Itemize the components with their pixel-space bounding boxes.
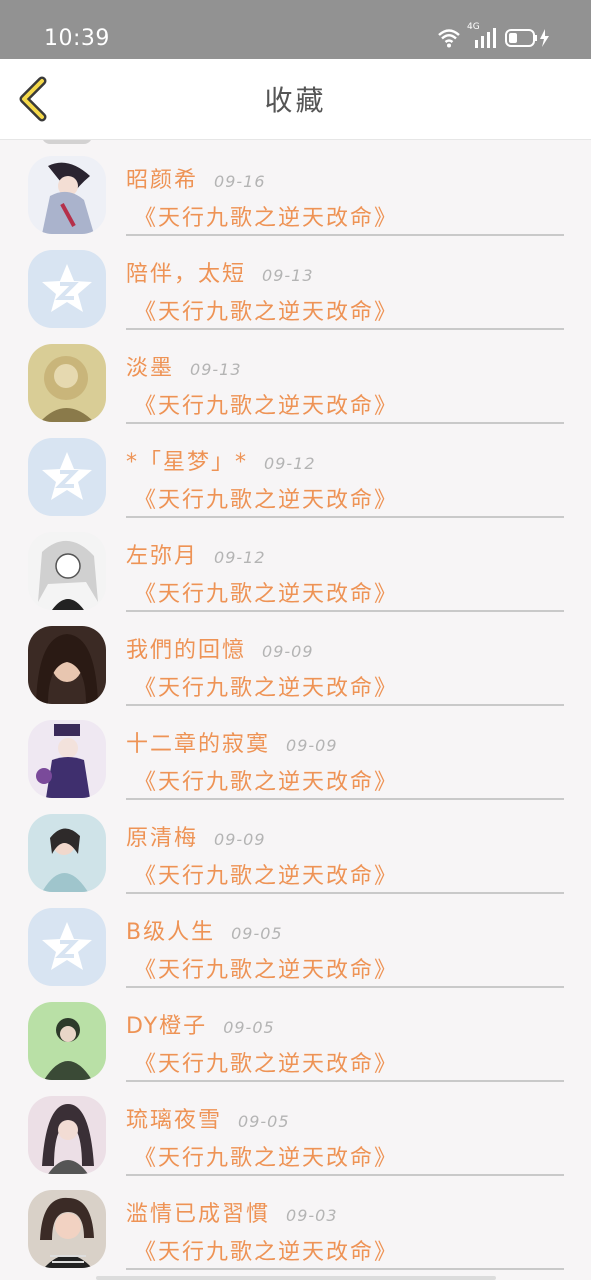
item-text: 左弥月 09-12 《天行九歌之逆天改命》: [126, 534, 564, 612]
item-date: 09-05: [231, 924, 283, 943]
portrait-avatar[interactable]: [28, 344, 106, 422]
wifi-icon: [437, 28, 461, 48]
user-name: 十二章的寂寞: [126, 732, 271, 757]
item-date: 09-05: [223, 1018, 275, 1037]
item-work-title[interactable]: 《天行九歌之逆天改命》: [134, 200, 398, 232]
item-name: B级人生 09-05: [126, 914, 283, 946]
header: 收藏: [0, 59, 591, 140]
anime-avatar[interactable]: [28, 720, 106, 798]
item-date: 09-16: [214, 172, 266, 191]
item-work-title[interactable]: 《天行九歌之逆天改命》: [134, 858, 398, 890]
item-date: 09-13: [190, 360, 242, 379]
user-name: B级人生: [126, 920, 216, 945]
item-date: 09-05: [238, 1112, 290, 1131]
item-work-title[interactable]: 《天行九歌之逆天改命》: [134, 952, 398, 984]
default-avatar[interactable]: [28, 438, 106, 516]
item-work-title[interactable]: 《天行九歌之逆天改命》: [134, 576, 398, 608]
item-name: 我們的回憶 09-09: [126, 632, 314, 664]
item-date: 09-09: [214, 830, 266, 849]
list-item[interactable]: 原清梅 09-09 《天行九歌之逆天改命》: [0, 798, 591, 894]
item-date: 09-13: [262, 266, 314, 285]
battery-icon: [505, 28, 551, 48]
default-avatar[interactable]: [28, 908, 106, 986]
photo-avatar[interactable]: [28, 1190, 106, 1268]
item-work-title[interactable]: 《天行九歌之逆天改命》: [134, 1140, 398, 1172]
item-work-title[interactable]: 《天行九歌之逆天改命》: [134, 294, 398, 326]
item-text: *「星梦」* 09-12 《天行九歌之逆天改命》: [126, 440, 564, 518]
list-item[interactable]: 琉璃夜雪 09-05 《天行九歌之逆天改命》: [0, 1080, 591, 1176]
user-name: 我們的回憶: [126, 638, 247, 663]
item-name: 陪伴，太短 09-13: [126, 256, 314, 288]
anime-avatar[interactable]: [28, 156, 106, 234]
item-text: 陪伴，太短 09-13 《天行九歌之逆天改命》: [126, 252, 564, 330]
user-name: 琉璃夜雪: [126, 1108, 223, 1133]
list-item[interactable]: 十二章的寂寞 09-09 《天行九歌之逆天改命》: [0, 704, 591, 800]
item-date: 09-03: [286, 1206, 338, 1225]
item-name: DY橙子 09-05: [126, 1008, 275, 1040]
list-item[interactable]: 左弥月 09-12 《天行九歌之逆天改命》: [0, 516, 591, 612]
list-item[interactable]: 昭颜希 09-16 《天行九歌之逆天改命》: [0, 140, 591, 236]
user-name: *「星梦」*: [126, 450, 249, 475]
item-name: 昭颜希 09-16: [126, 162, 266, 194]
item-text: 昭颜希 09-16 《天行九歌之逆天改命》: [126, 158, 564, 236]
list-item[interactable]: DY橙子 09-05 《天行九歌之逆天改命》: [0, 986, 591, 1082]
user-name: 昭颜希: [126, 168, 199, 193]
list-item[interactable]: *「星梦」* 09-12 《天行九歌之逆天改命》: [0, 422, 591, 518]
item-name: 琉璃夜雪 09-05: [126, 1102, 290, 1134]
item-name: *「星梦」* 09-12: [126, 444, 316, 476]
item-text: 原清梅 09-09 《天行九歌之逆天改命》: [126, 816, 564, 894]
status-icons: 4G: [437, 22, 551, 48]
status-time: 10:39: [44, 26, 110, 51]
item-text: B级人生 09-05 《天行九歌之逆天改命》: [126, 910, 564, 988]
item-date: 09-12: [214, 548, 266, 567]
list-item[interactable]: B级人生 09-05 《天行九歌之逆天改命》: [0, 892, 591, 988]
favorites-list: 昭颜希 09-16 《天行九歌之逆天改命》 陪伴，太短 09-13 《天行九歌之逆天…: [0, 140, 591, 1280]
list-item[interactable]: 滥情已成習慣 09-03 《天行九歌之逆天改命》: [0, 1174, 591, 1270]
user-name: 左弥月: [126, 544, 199, 569]
list-item[interactable]: 淡墨 09-13 《天行九歌之逆天改命》: [0, 328, 591, 424]
default-avatar[interactable]: [28, 250, 106, 328]
scroll-indicator: [96, 1276, 496, 1280]
status-bar: 10:39 4G: [0, 0, 591, 59]
item-date: 09-09: [286, 736, 338, 755]
item-work-title[interactable]: 《天行九歌之逆天改命》: [134, 764, 398, 796]
item-name: 十二章的寂寞 09-09: [126, 726, 338, 758]
anime-avatar[interactable]: [28, 1096, 106, 1174]
user-name: 滥情已成習慣: [126, 1202, 271, 1227]
item-text: 淡墨 09-13 《天行九歌之逆天改命》: [126, 346, 564, 424]
photo-avatar[interactable]: [28, 814, 106, 892]
item-text: 我們的回憶 09-09 《天行九歌之逆天改命》: [126, 628, 564, 706]
network-type: 4G: [467, 22, 480, 32]
photo-avatar[interactable]: [28, 626, 106, 704]
item-work-title[interactable]: 《天行九歌之逆天改命》: [134, 1234, 398, 1266]
anime-avatar[interactable]: [28, 1002, 106, 1080]
signal-icon: 4G: [467, 22, 497, 48]
user-name: 淡墨: [126, 356, 175, 381]
user-name: DY橙子: [126, 1014, 208, 1039]
item-work-title[interactable]: 《天行九歌之逆天改命》: [134, 1046, 398, 1078]
user-name: 陪伴，太短: [126, 262, 247, 287]
item-text: 十二章的寂寞 09-09 《天行九歌之逆天改命》: [126, 722, 564, 800]
item-name: 滥情已成習慣 09-03: [126, 1196, 338, 1228]
item-name: 左弥月 09-12: [126, 538, 266, 570]
item-work-title[interactable]: 《天行九歌之逆天改命》: [134, 482, 398, 514]
item-text: DY橙子 09-05 《天行九歌之逆天改命》: [126, 1004, 564, 1082]
item-date: 09-12: [264, 454, 316, 473]
item-text: 滥情已成習慣 09-03 《天行九歌之逆天改命》: [126, 1192, 564, 1270]
list-item[interactable]: 我們的回憶 09-09 《天行九歌之逆天改命》: [0, 610, 591, 706]
item-work-title[interactable]: 《天行九歌之逆天改命》: [134, 388, 398, 420]
user-name: 原清梅: [126, 826, 199, 851]
list-item[interactable]: 陪伴，太短 09-13 《天行九歌之逆天改命》: [0, 234, 591, 330]
item-name: 淡墨 09-13: [126, 350, 242, 382]
item-name: 原清梅 09-09: [126, 820, 266, 852]
page-title: 收藏: [264, 84, 327, 117]
item-text: 琉璃夜雪 09-05 《天行九歌之逆天改命》: [126, 1098, 564, 1176]
sketch-avatar[interactable]: [28, 532, 106, 610]
item-work-title[interactable]: 《天行九歌之逆天改命》: [134, 670, 398, 702]
item-date: 09-09: [262, 642, 314, 661]
